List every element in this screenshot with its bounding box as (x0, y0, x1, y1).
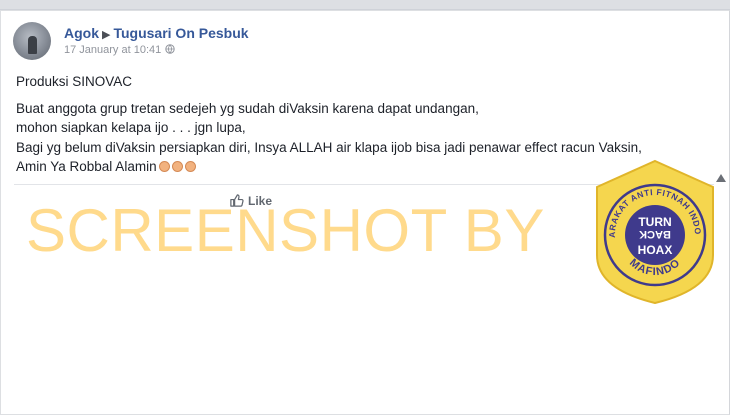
post-line: Produksi SINOVAC (16, 74, 133, 89)
author-avatar[interactable] (13, 22, 51, 60)
praying-hands-emoji-icon (184, 161, 196, 172)
top-strip (0, 0, 730, 10)
author-name-link[interactable]: Agok (64, 25, 99, 41)
avatar-figure (28, 36, 37, 54)
badge-line1: TURN (638, 215, 671, 229)
group-name-link[interactable]: Tugusari On Pesbuk (113, 25, 248, 41)
globe-icon (165, 44, 175, 54)
badge-line3: HOAX (638, 243, 673, 257)
post-line: mohon siapkan kelapa ijo . . . jgn lupa, (16, 120, 246, 135)
badge-line2: BACK (639, 228, 671, 240)
post-line: Buat anggota grup tretan sedejeh yg suda… (16, 100, 479, 116)
post-line: Amin Ya Robbal Alamin (16, 159, 157, 174)
triangle-right-icon: ▶ (102, 29, 111, 41)
post-timestamp[interactable]: 17 January at 10:41 (64, 44, 161, 56)
turnbackhoax-badge: MASYARAKAT ANTI FITNAH INDONESIA TURN BA… (591, 157, 714, 305)
watermark-text: SCREENSHOT BY (26, 197, 545, 264)
praying-hands-emoji-icon (171, 161, 183, 172)
post-line: Bagi yg belum diVaksin persiapkan diri, … (16, 139, 642, 155)
post-line-last: Amin Ya Robbal Alamin (16, 157, 642, 177)
post-meta: 17 January at 10:41 (64, 44, 175, 56)
menu-caret-icon[interactable] (716, 174, 726, 182)
post-body: Produksi SINOVAC Buat anggota grup treta… (16, 72, 642, 177)
praying-hands-emoji-icon (158, 161, 170, 172)
post-header: Agok ▶ Tugusari On Pesbuk (64, 25, 249, 41)
